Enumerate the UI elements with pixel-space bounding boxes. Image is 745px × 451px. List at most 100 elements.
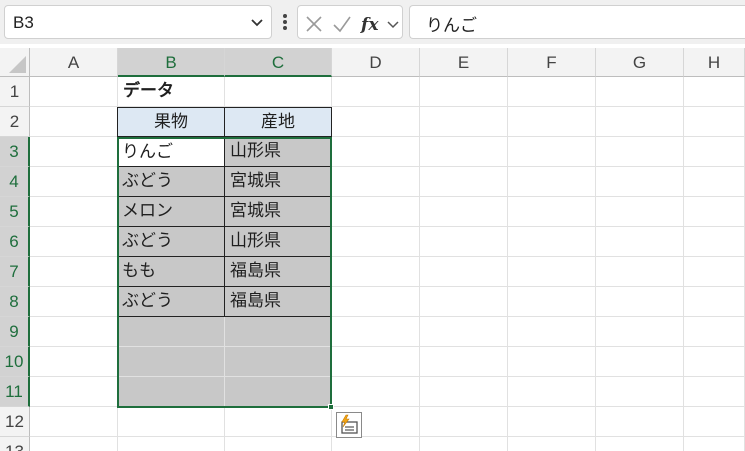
cell-c10[interactable] (225, 347, 332, 377)
row-header-10[interactable]: 10 (0, 347, 30, 377)
empty-cell[interactable] (684, 287, 745, 317)
cell-c5[interactable]: 宮城県 (225, 197, 332, 227)
empty-cell[interactable] (30, 407, 118, 437)
cell-b7[interactable]: もも (117, 257, 225, 287)
empty-cell[interactable] (596, 137, 684, 167)
row-header-6[interactable]: 6 (0, 227, 30, 257)
cell-c8[interactable]: 福島県 (225, 287, 332, 317)
empty-cell[interactable] (30, 167, 118, 197)
cell-c4[interactable]: 宮城県 (225, 167, 332, 197)
empty-cell[interactable] (30, 287, 118, 317)
empty-cell[interactable] (508, 347, 596, 377)
empty-cell[interactable] (684, 197, 745, 227)
row-header-4[interactable]: 4 (0, 167, 30, 197)
empty-cell[interactable] (30, 137, 118, 167)
empty-cell[interactable] (508, 137, 596, 167)
cell-c2[interactable]: 産地 (225, 107, 332, 137)
row-header-13[interactable]: 13 (0, 437, 30, 451)
empty-cell[interactable] (30, 77, 118, 107)
cell-b5[interactable]: メロン (117, 197, 225, 227)
cell-b8[interactable]: ぶどう (117, 287, 225, 317)
row-header-7[interactable]: 7 (0, 257, 30, 287)
cell-c7[interactable]: 福島県 (225, 257, 332, 287)
cell-b1[interactable]: データ (118, 77, 225, 107)
empty-cell[interactable] (596, 437, 684, 451)
empty-cell[interactable] (30, 437, 118, 451)
empty-cell[interactable] (420, 287, 508, 317)
empty-cell[interactable] (596, 347, 684, 377)
empty-cell[interactable] (332, 317, 420, 347)
empty-cell[interactable] (596, 77, 684, 107)
empty-cell[interactable] (332, 437, 420, 451)
empty-cell[interactable] (30, 317, 118, 347)
empty-cell[interactable] (684, 437, 745, 451)
empty-cell[interactable] (332, 227, 420, 257)
empty-cell[interactable] (420, 137, 508, 167)
cell-c6[interactable]: 山形県 (225, 227, 332, 257)
column-header-g[interactable]: G (596, 48, 684, 77)
name-box[interactable]: B3 (4, 5, 272, 39)
empty-cell[interactable] (332, 167, 420, 197)
close-icon[interactable] (304, 14, 324, 34)
empty-cell[interactable] (684, 77, 745, 107)
empty-cell[interactable] (332, 257, 420, 287)
column-header-d[interactable]: D (332, 48, 420, 77)
empty-cell[interactable] (684, 347, 745, 377)
row-header-3[interactable]: 3 (0, 137, 30, 167)
empty-cell[interactable] (30, 197, 118, 227)
empty-cell[interactable] (420, 257, 508, 287)
empty-cell[interactable] (332, 137, 420, 167)
empty-cell[interactable] (420, 377, 508, 407)
empty-cell[interactable] (596, 167, 684, 197)
empty-cell[interactable] (30, 377, 118, 407)
row-header-1[interactable]: 1 (0, 77, 30, 107)
empty-cell[interactable] (332, 287, 420, 317)
empty-cell[interactable] (332, 107, 420, 137)
empty-cell[interactable] (30, 107, 118, 137)
quick-analysis-button[interactable] (336, 412, 362, 438)
empty-cell[interactable] (684, 257, 745, 287)
row-header-5[interactable]: 5 (0, 197, 30, 227)
empty-cell[interactable] (420, 197, 508, 227)
vertical-ellipsis-icon[interactable] (280, 10, 290, 34)
empty-cell[interactable] (596, 197, 684, 227)
empty-cell[interactable] (30, 347, 118, 377)
column-header-f[interactable]: F (508, 48, 596, 77)
empty-cell[interactable] (508, 107, 596, 137)
cell-c3[interactable]: 山形県 (225, 137, 332, 167)
empty-cell[interactable] (684, 107, 745, 137)
cell-b2[interactable]: 果物 (117, 107, 225, 137)
empty-cell[interactable] (684, 317, 745, 347)
row-header-12[interactable]: 12 (0, 407, 30, 437)
empty-cell[interactable] (508, 227, 596, 257)
empty-cell[interactable] (420, 167, 508, 197)
cell-b10[interactable] (117, 347, 225, 377)
empty-cell[interactable] (420, 317, 508, 347)
empty-cell[interactable] (508, 77, 596, 107)
empty-cell[interactable] (118, 437, 225, 451)
column-header-h[interactable]: H (684, 48, 745, 77)
empty-cell[interactable] (420, 227, 508, 257)
empty-cell[interactable] (684, 407, 745, 437)
column-header-c[interactable]: C (225, 48, 332, 77)
select-all-corner[interactable] (0, 48, 30, 77)
empty-cell[interactable] (596, 257, 684, 287)
empty-cell[interactable] (420, 347, 508, 377)
empty-cell[interactable] (508, 407, 596, 437)
empty-cell[interactable] (332, 377, 420, 407)
empty-cell[interactable] (508, 287, 596, 317)
empty-cell[interactable] (508, 437, 596, 451)
empty-cell[interactable] (684, 227, 745, 257)
empty-cell[interactable] (508, 317, 596, 347)
column-header-b[interactable]: B (118, 48, 225, 77)
cell-b11[interactable] (117, 377, 225, 407)
empty-cell[interactable] (332, 77, 420, 107)
cell-b9[interactable] (117, 317, 225, 347)
empty-cell[interactable] (225, 437, 332, 451)
empty-cell[interactable] (596, 407, 684, 437)
fill-handle[interactable] (328, 404, 334, 410)
empty-cell[interactable] (508, 197, 596, 227)
cell-b6[interactable]: ぶどう (117, 227, 225, 257)
empty-cell[interactable] (508, 257, 596, 287)
cell-c9[interactable] (225, 317, 332, 347)
